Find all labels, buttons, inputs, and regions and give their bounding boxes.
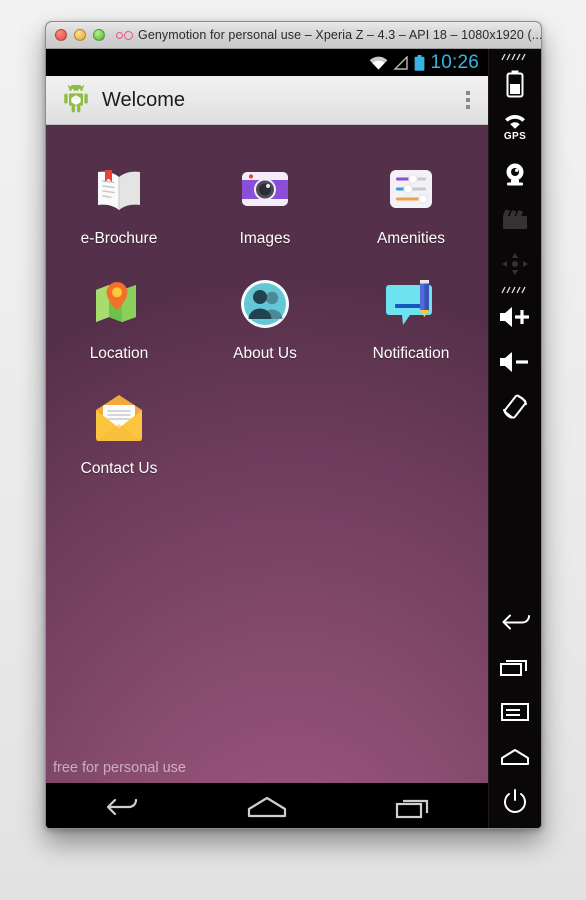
map-pin-icon [87,272,151,336]
grid-item-location[interactable]: Location [46,262,192,363]
sidebar-gps-control[interactable]: GPS [489,106,542,151]
page-title: Welcome [102,88,185,111]
envelope-icon [87,387,151,451]
app-action-bar: Welcome [46,76,488,125]
android-robot-icon [61,85,91,115]
sidebar-camera-control[interactable] [489,151,542,196]
genymotion-toolbar: GPS [488,49,542,828]
genymotion-logo-icon [116,30,133,40]
genymotion-window: Genymotion for personal use – Xperia Z –… [45,21,542,829]
close-button[interactable] [55,29,67,41]
zoom-button[interactable] [93,29,105,41]
battery-icon [414,54,425,71]
grid-item-label: Notification [372,345,450,362]
window-controls [55,29,105,41]
nav-recents-button[interactable] [381,787,447,827]
grid-item-notification[interactable]: Notification [338,262,484,363]
grid-item-label: About Us [233,345,297,362]
grid-item-images[interactable]: Images [192,147,338,248]
nav-home-button[interactable] [234,787,300,827]
window-titlebar[interactable]: Genymotion for personal use – Xperia Z –… [46,22,541,49]
book-icon [87,157,151,221]
toolbar-grip-icon [500,286,530,294]
grid-item-label: e-Brochure [80,230,158,247]
minimize-button[interactable] [74,29,86,41]
app-grid: e-Brochure Images Amenities Location Abo… [46,125,488,478]
sidebar-battery-control[interactable] [489,61,542,106]
grid-item-amenities[interactable]: Amenities [338,147,484,248]
sidebar-video-control [489,196,542,241]
sidebar-back-control[interactable] [489,599,542,644]
nav-back-button[interactable] [87,787,153,827]
android-nav-bar [46,783,488,828]
status-time: 10:26 [430,52,479,73]
gps-label: GPS [503,131,527,142]
grid-item-about-us[interactable]: About Us [192,262,338,363]
sidebar-menu-control[interactable] [489,689,542,734]
grid-item-e-brochure[interactable]: e-Brochure [46,147,192,248]
grid-item-label: Images [239,230,291,247]
grid-item-label: Location [89,345,149,362]
device-screen: 10:26 Welcome e-Brochure Images Amenitie… [46,49,488,828]
grid-row: Location About Us Notification [46,262,488,363]
sidebar-volume-down-control[interactable] [489,339,542,384]
camera-icon [233,157,297,221]
grid-item-contact-us[interactable]: Contact Us [46,377,192,478]
sidebar-recents-control[interactable] [489,644,542,689]
sliders-icon [379,157,443,221]
sidebar-home-control[interactable] [489,734,542,779]
overflow-menu-icon[interactable] [466,91,470,109]
app-home-content: e-Brochure Images Amenities Location Abo… [46,125,488,783]
signal-icon [393,55,409,70]
wifi-icon [369,56,388,70]
sidebar-dpad-control [489,241,542,286]
android-status-bar: 10:26 [46,49,488,76]
watermark-text: free for personal use [53,760,186,776]
sidebar-power-control[interactable] [489,779,542,824]
sidebar-rotate-control[interactable] [489,384,542,429]
window-body: 10:26 Welcome e-Brochure Images Amenitie… [46,49,542,828]
speech-bubble-pencil-icon [379,272,443,336]
people-icon [233,272,297,336]
toolbar-grip-icon [500,53,530,61]
sidebar-volume-up-control[interactable] [489,294,542,339]
grid-row: e-Brochure Images Amenities [46,147,488,248]
screen: Genymotion for personal use – Xperia Z –… [0,0,586,900]
grid-item-label: Contact Us [80,460,158,477]
grid-item-label: Amenities [376,230,446,247]
window-title: Genymotion for personal use – Xperia Z –… [138,28,542,42]
grid-row: Contact Us [46,377,488,478]
